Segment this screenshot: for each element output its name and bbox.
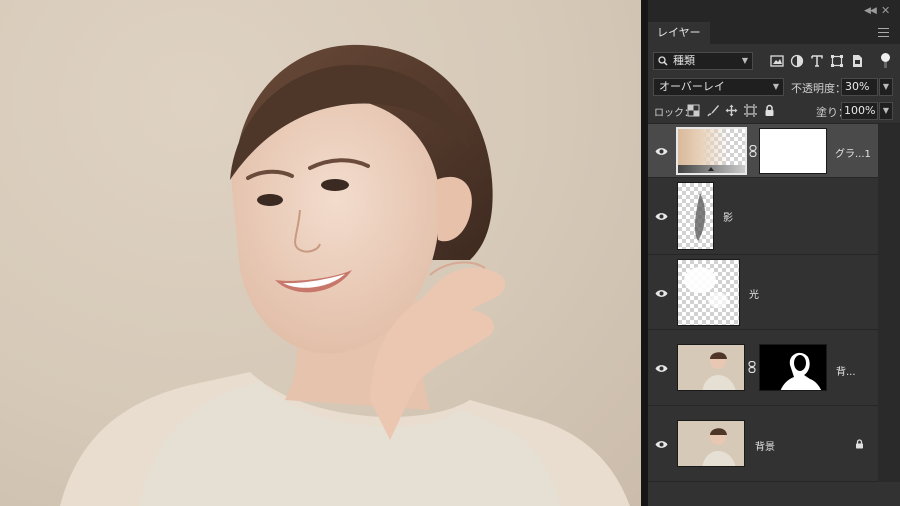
fill-input[interactable]: 100% bbox=[841, 102, 878, 120]
layers-scrollbar[interactable] bbox=[878, 124, 900, 506]
lock-position-icon[interactable] bbox=[725, 104, 738, 117]
lock-image-pixels-icon[interactable] bbox=[707, 104, 720, 117]
layer-mask-thumbnail[interactable] bbox=[759, 128, 827, 174]
layer-name[interactable]: 背景 bbox=[755, 438, 775, 453]
document-canvas[interactable] bbox=[0, 0, 641, 506]
mask-link-icon[interactable] bbox=[749, 145, 757, 157]
eye-icon[interactable] bbox=[655, 364, 668, 373]
photo-layer-thumbnail[interactable] bbox=[677, 344, 745, 391]
background-layer-thumbnail[interactable] bbox=[677, 420, 745, 467]
layer-row-shadow[interactable]: 影 bbox=[648, 178, 878, 255]
light-layer-thumbnail[interactable] bbox=[677, 259, 740, 326]
layer-row-light[interactable]: 光 bbox=[648, 255, 878, 330]
image-filter-icon[interactable] bbox=[770, 54, 784, 68]
adjustment-filter-icon[interactable] bbox=[790, 54, 804, 68]
eye-icon[interactable] bbox=[655, 147, 668, 156]
shadow-layer-thumbnail[interactable] bbox=[677, 182, 714, 250]
search-icon bbox=[658, 53, 668, 71]
layer-filter-select[interactable]: 種類 ▼ bbox=[653, 52, 753, 70]
fill-dropdown-button[interactable]: ▼ bbox=[879, 102, 893, 120]
layer-row-photo-masked[interactable]: 背... bbox=[648, 330, 878, 406]
close-icon[interactable]: ✕ bbox=[881, 4, 890, 17]
opacity-input[interactable]: 30% bbox=[841, 78, 878, 96]
panel-title-bar: ◀◀ ✕ bbox=[648, 0, 900, 22]
type-filter-icon[interactable] bbox=[810, 54, 824, 68]
shape-filter-icon[interactable] bbox=[830, 54, 844, 68]
smart-object-filter-icon[interactable] bbox=[850, 54, 864, 68]
portrait-photo bbox=[60, 44, 630, 506]
layer-mask-thumbnail[interactable] bbox=[759, 344, 827, 391]
layer-row-gradient-map[interactable]: グラ...1 bbox=[648, 124, 878, 178]
chevron-down-icon: ▼ bbox=[772, 82, 779, 91]
eye-icon[interactable] bbox=[655, 289, 668, 298]
layer-name[interactable]: 影 bbox=[723, 209, 733, 224]
chevron-down-icon: ▼ bbox=[741, 56, 748, 65]
eye-icon[interactable] bbox=[655, 440, 668, 449]
layers-panel: ◀◀ ✕ レイヤー 種類 ▼ オーバーレイ ▼ 不透明度： 30% ▼ ロック： bbox=[648, 0, 900, 506]
blend-mode-select[interactable]: オーバーレイ ▼ bbox=[653, 78, 784, 96]
panel-divider[interactable] bbox=[641, 0, 648, 506]
mask-link-icon[interactable] bbox=[748, 361, 756, 373]
eye-icon[interactable] bbox=[655, 212, 668, 221]
panel-footer bbox=[648, 482, 900, 506]
gradient-map-thumbnail[interactable] bbox=[676, 127, 747, 175]
filter-toggle-switch[interactable] bbox=[881, 53, 890, 69]
panel-menu-icon[interactable] bbox=[878, 28, 889, 37]
opacity-dropdown-button[interactable]: ▼ bbox=[879, 78, 893, 96]
layer-row-background[interactable]: 背景 bbox=[648, 406, 878, 482]
layer-name[interactable]: 光 bbox=[749, 286, 759, 301]
layer-name[interactable]: 背... bbox=[836, 363, 856, 378]
lock-transparent-pixels-icon[interactable] bbox=[687, 104, 700, 117]
layer-filter-label: 種類 bbox=[673, 54, 695, 67]
lock-icon bbox=[856, 439, 863, 449]
lock-artboard-icon[interactable] bbox=[744, 104, 757, 117]
collapse-panel-icon[interactable]: ◀◀ bbox=[864, 6, 877, 16]
layer-name[interactable]: グラ...1 bbox=[835, 145, 871, 160]
panel-tab-bar: レイヤー bbox=[648, 22, 900, 44]
opacity-label: 不透明度： bbox=[791, 82, 846, 95]
blend-mode-value: オーバーレイ bbox=[659, 80, 725, 93]
tab-layers[interactable]: レイヤー bbox=[648, 22, 710, 44]
lock-all-icon[interactable] bbox=[763, 104, 776, 117]
